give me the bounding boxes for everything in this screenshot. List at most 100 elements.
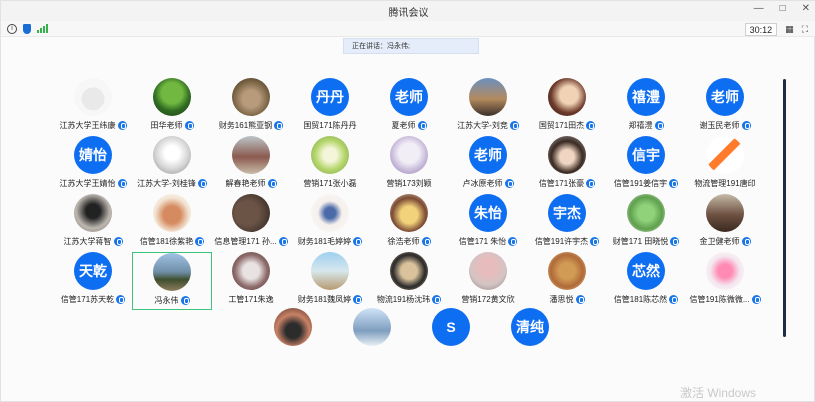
participant-name: 信管171苏天乾 [60,295,115,304]
shield-icon[interactable] [23,23,31,34]
minimize-icon[interactable]: — [754,3,764,14]
participant-name: 江苏大学蒋智 [63,237,112,246]
participant-tile[interactable]: 潘思悦 [527,252,607,310]
participant-tile[interactable]: 财务161熊亚钢 [211,78,291,136]
participant-tile[interactable]: 信管171张豪 [527,136,607,194]
info-icon[interactable]: i [7,23,17,34]
participant-tile[interactable]: 宇杰 信管191许宇杰 [527,194,607,252]
participant-tile[interactable]: 信管181徐紫艳 [132,194,212,252]
grid-view-icon[interactable]: ▦ [785,24,794,35]
participant-name-line: 信管181陈芯然 [613,294,679,305]
avatar-initials: 清纯 [516,319,544,335]
participant-tile[interactable]: 财务181魏凤婷 [290,252,370,310]
participant-tile[interactable]: 江苏大学王纬康 [53,78,133,136]
participant-tile[interactable]: 信息管理171 孙... [211,194,291,252]
participant-name: 江苏大学王婧怡 [59,179,116,188]
participant-name-line: 信管171苏天乾 [60,294,126,305]
avatar [469,252,507,290]
participant-tile[interactable]: 朱怡 信管171 朱怡 [448,194,528,252]
participant-name: 徐浩老师 [387,237,420,246]
participant-tile[interactable]: 婧怡江苏大学王婧怡 [53,136,133,194]
participant-name-line: 潘思悦 [550,294,585,305]
avatar: 婧怡 [74,136,112,174]
signal-icon[interactable] [37,24,48,33]
avatar-initials: 婧怡 [79,147,107,163]
mic-icon [504,179,514,188]
mic-icon [421,237,431,246]
avatar: 老师 [706,78,744,116]
participant-tile[interactable]: 信宇信管191姜信宇 [606,136,686,194]
avatar [153,78,191,116]
fullscreen-icon[interactable]: ⛶ [802,24,808,35]
avatar: 信宇 [627,136,665,174]
participant-tile[interactable]: 物流191杨沈玮 [369,252,449,310]
avatar [390,194,428,232]
maximize-icon[interactable]: □ [780,3,786,14]
toolbar-right: 30:12 ▦ ⛶ [744,21,815,37]
participant-tile[interactable]: 财管171 田晓悦 [606,194,686,252]
title-bar: 腾讯会议 — □ ✕ [1,1,815,21]
participant-name-line: 国贸171田杰 [539,120,596,131]
participant-tile[interactable]: 田华老师 [132,78,212,136]
participant-tile[interactable]: 老师 夏老师 [369,78,449,136]
participant-name: 夏老师 [391,121,416,130]
participant-name-line: 金卫健老师 [700,236,751,247]
participant-name: 江苏大学-刘竞 [457,121,508,130]
participant-name: 卢冰原老师 [462,179,503,188]
participant-name: 解春艳老师 [225,179,266,188]
participant-tile[interactable] [253,308,333,366]
participant-tile[interactable]: 老师 谢玉民老师 [685,78,765,136]
participant-name: 信管181陈芯然 [613,295,668,304]
avatar [232,252,270,290]
mic-icon [267,179,277,188]
participant-name: 信息管理171 孙... [214,237,277,246]
participant-tile[interactable]: 天乾 信管171苏天乾 [53,252,133,310]
participant-tile[interactable]: 芯然 信管181陈芯然 [606,252,686,310]
participant-tile[interactable]: S [411,308,491,366]
participant-name-line: 财务181毛婷婷 [297,236,363,247]
avatar [232,194,270,232]
participant-name: 潘思悦 [549,295,574,304]
participant-name: 信管191姜信宇 [613,179,668,188]
participant-name: 信管171 朱怡 [458,237,507,246]
mic-icon [274,121,284,130]
participant-tile[interactable]: 营销172黄文欣 [448,252,528,310]
participant-tile[interactable]: 解春艳老师 [211,136,291,194]
participant-tile[interactable]: 国贸171田杰 [527,78,607,136]
participant-tile[interactable]: 老师 卢冰原老师 [448,136,528,194]
participant-name-line: 郑禧澧 [629,120,664,131]
participant-name-line: 冯永伟 [155,295,190,306]
participant-tile[interactable] [332,308,412,366]
participant-tile[interactable]: 信管191陈微微... [685,252,765,310]
participant-tile[interactable]: 财务181毛婷婷 [290,194,370,252]
participant-tile[interactable]: 江苏大学-刘桂锋 [132,136,212,194]
participant-tile[interactable]: 冯永伟 [132,252,212,310]
participant-tile[interactable]: 江苏大学-刘竞 [448,78,528,136]
participant-tile[interactable]: 营销173刘颖 [369,136,449,194]
participant-name: 财务181毛婷婷 [297,237,352,246]
participant-tile[interactable]: 物流管理191唐印 [685,136,765,194]
participant-name: 信管171张豪 [538,179,585,188]
participant-tile[interactable]: 营销171张小磊 [290,136,370,194]
participant-tile[interactable]: 江苏大学蒋智 [53,194,133,252]
close-icon[interactable]: ✕ [802,3,810,14]
participant-tile[interactable]: 禧澧 郑禧澧 [606,78,686,136]
participant-tile[interactable]: 丹丹 国贸171陈丹丹 [290,78,370,136]
mic-icon [184,121,194,130]
participant-name: 财务161熊亚钢 [218,121,273,130]
mic-icon [669,179,679,188]
participant-tile[interactable]: 徐浩老师 [369,194,449,252]
participant-tile[interactable]: 工管171朱逸 [211,252,291,310]
participant-name: 信管191陈微微... [689,295,750,304]
participant-name-line: 物流管理191唐印 [694,178,755,189]
scrollbar[interactable] [783,79,786,337]
mic-icon [113,237,123,246]
participant-tile[interactable]: 金卫健老师 [685,194,765,252]
avatar: 老师 [390,78,428,116]
mic-icon [586,121,596,130]
avatar [232,78,270,116]
mic-icon [195,237,205,246]
avatar [311,194,349,232]
participant-tile[interactable]: 清纯 [490,308,570,366]
participant-name-line: 信管191许宇杰 [535,236,600,247]
